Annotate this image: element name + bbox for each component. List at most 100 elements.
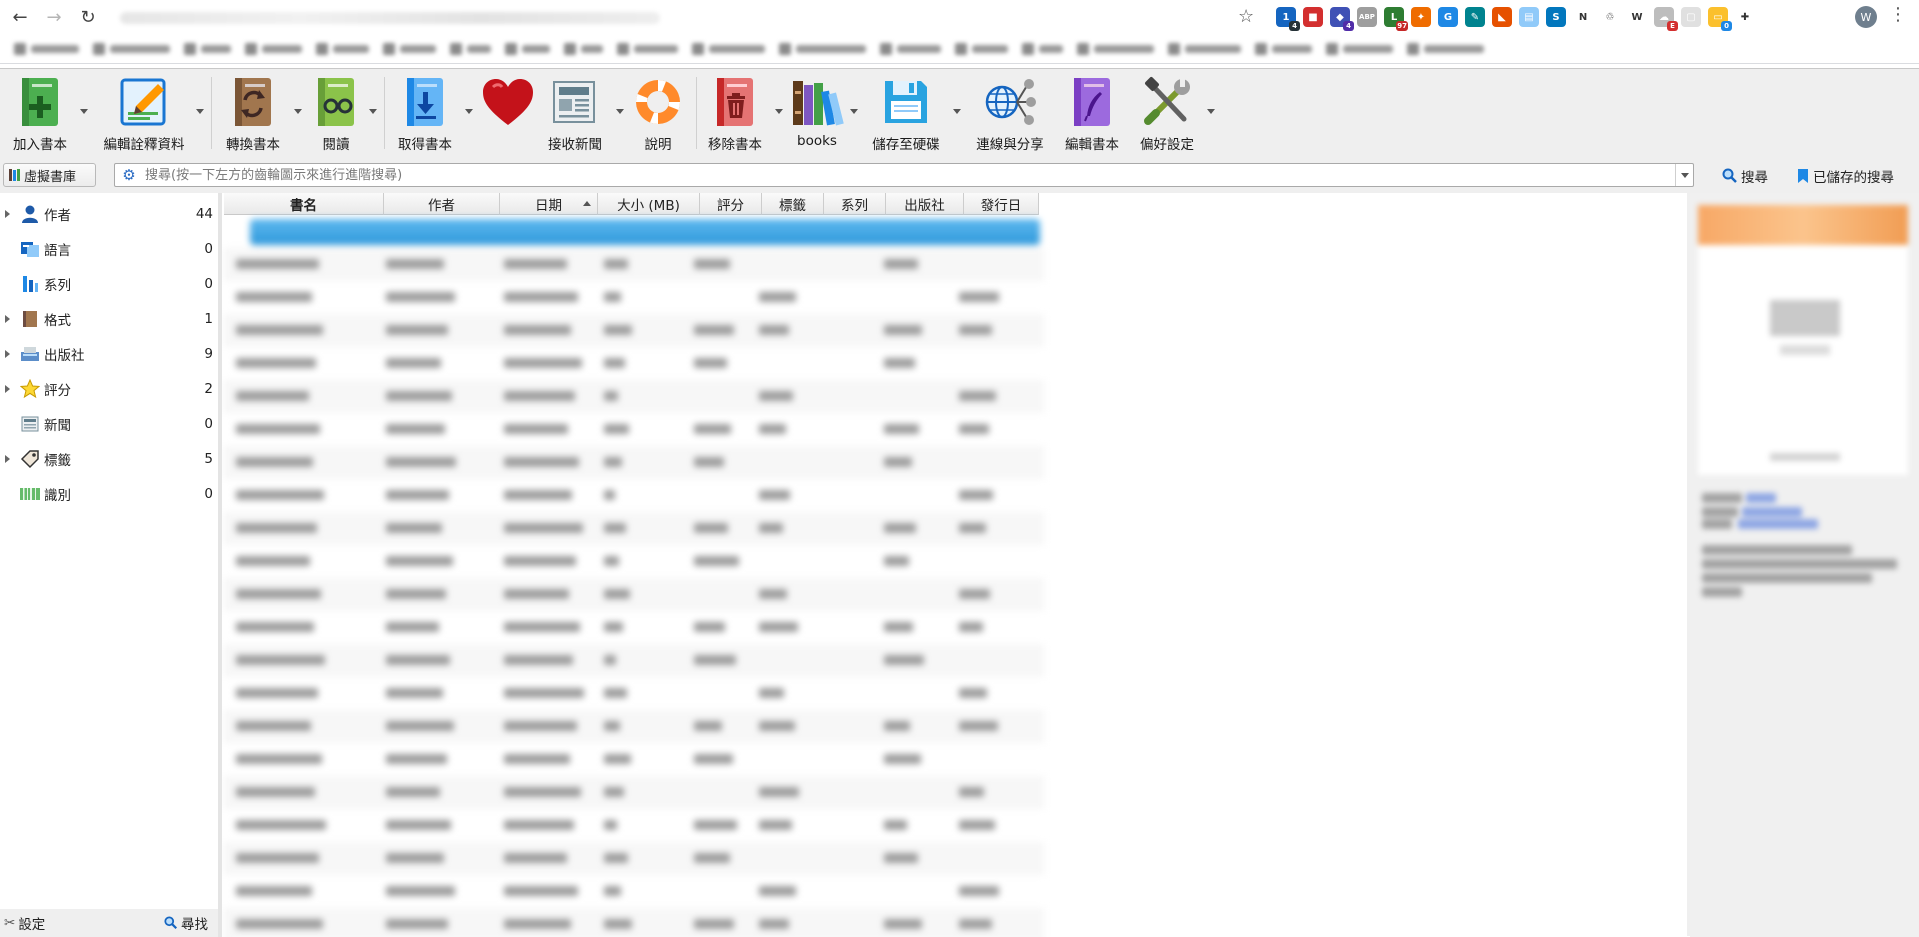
bookmark-item-blurred[interactable] [1407, 42, 1484, 56]
book-row[interactable] [224, 776, 1044, 809]
ext-fox-icon[interactable]: ◣ [1492, 7, 1512, 27]
bookmark-item-blurred[interactable] [245, 42, 302, 56]
save-to-disk-dropdown-icon[interactable] [953, 109, 961, 114]
ext-1-icon[interactable]: 14 [1276, 7, 1300, 31]
book-row[interactable] [224, 347, 1044, 380]
book-row[interactable] [224, 908, 1044, 937]
library-button[interactable]: books [790, 73, 844, 157]
column-header[interactable]: 發行日 [964, 193, 1039, 215]
convert-books-button[interactable]: 轉換書本 [218, 73, 288, 157]
column-header[interactable]: 書名 [224, 193, 384, 215]
tag-category-row[interactable]: 新聞 0 [0, 407, 218, 441]
bookmark-item-blurred[interactable] [1326, 42, 1393, 56]
column-header[interactable]: 大小 (MB) [598, 193, 700, 215]
library-dropdown-icon[interactable] [850, 109, 858, 114]
selected-book-row[interactable] [250, 219, 1040, 245]
remove-books-button[interactable]: 移除書本 [700, 73, 770, 157]
expand-arrow-icon[interactable] [5, 315, 15, 323]
bookmark-item-blurred[interactable] [505, 42, 550, 56]
bookmark-item-blurred[interactable] [1022, 42, 1063, 56]
fetch-news-button[interactable]: 接收新聞 [540, 73, 610, 157]
bookmark-item-blurred[interactable] [450, 42, 491, 56]
ext-pen-icon[interactable]: ✎ [1465, 7, 1485, 27]
search-button[interactable]: 搜尋 [1722, 166, 1768, 186]
ext-note-icon[interactable]: ▤ [1519, 7, 1539, 27]
tag-category-row[interactable]: 標籤 5 [0, 442, 218, 476]
ext-megaphone-icon[interactable]: ✦ [1411, 7, 1431, 27]
bookmark-item-blurred[interactable] [93, 42, 170, 56]
book-row[interactable] [224, 248, 1044, 281]
bookmark-item-blurred[interactable] [184, 42, 231, 56]
book-row[interactable] [224, 479, 1044, 512]
book-row[interactable] [224, 446, 1044, 479]
search-input[interactable] [143, 165, 1675, 185]
get-books-dropdown-icon[interactable] [465, 109, 473, 114]
add-books-button[interactable]: 加入書本 [8, 73, 72, 157]
reload-icon[interactable]: ↻ [74, 3, 102, 31]
tag-category-row[interactable]: 系列 0 [0, 267, 218, 301]
address-bar[interactable] [110, 5, 1250, 31]
gear-icon[interactable]: ⚙ [115, 166, 143, 184]
book-row[interactable] [224, 710, 1044, 743]
column-header[interactable]: 系列 [824, 193, 886, 215]
book-row[interactable] [224, 842, 1044, 875]
book-row[interactable] [224, 281, 1044, 314]
ext-cube-icon[interactable]: ◆ 4 [1330, 7, 1354, 31]
ext-n-icon[interactable]: N [1573, 7, 1593, 27]
column-header[interactable]: 標籤 [762, 193, 824, 215]
configure-button[interactable]: ✂ 設定 [4, 913, 45, 933]
find-button[interactable]: 尋找 [164, 913, 208, 933]
tag-category-row[interactable]: 作者 44 [0, 197, 218, 231]
fetch-news-dropdown-icon[interactable] [616, 109, 624, 114]
expand-arrow-icon[interactable] [5, 385, 15, 393]
help-button[interactable]: 說明 [630, 73, 686, 157]
search-field[interactable]: ⚙ [114, 163, 1694, 187]
bookmark-star-icon[interactable]: ☆ [1238, 6, 1254, 27]
bookmark-item-blurred[interactable] [779, 42, 866, 56]
book-row[interactable] [224, 380, 1044, 413]
ext-abp-icon[interactable]: ABP [1357, 7, 1377, 27]
bookmark-item-blurred[interactable] [955, 42, 1008, 56]
ext-doc-icon[interactable]: ▢ [1681, 7, 1701, 27]
edit-metadata-button[interactable]: 編輯詮釋資料 [100, 73, 188, 157]
book-cover[interactable] [1698, 205, 1908, 475]
column-header[interactable]: 出版社 [886, 193, 964, 215]
remove-books-dropdown-icon[interactable] [775, 109, 783, 114]
convert-books-dropdown-icon[interactable] [294, 109, 302, 114]
preferences-button[interactable]: 偏好設定 [1132, 73, 1202, 157]
tag-category-row[interactable]: 評分 2 [0, 372, 218, 406]
bookmark-item-blurred[interactable] [692, 42, 765, 56]
bookmark-item-blurred[interactable] [316, 42, 369, 56]
ext-puzzle-icon[interactable]: ✚ [1735, 7, 1755, 27]
bookmark-item-blurred[interactable] [880, 42, 941, 56]
ext-s-icon[interactable]: S [1546, 7, 1566, 27]
book-row[interactable] [224, 743, 1044, 776]
ext-translate-icon[interactable]: G [1438, 7, 1458, 27]
bookmark-item-blurred[interactable] [564, 42, 603, 56]
profile-avatar[interactable]: W [1855, 6, 1877, 28]
view-button[interactable]: 閱讀 [308, 73, 364, 157]
bookmark-item-blurred[interactable] [617, 42, 678, 56]
bookmark-item-blurred[interactable] [1255, 42, 1312, 56]
bookmark-item-blurred[interactable] [383, 42, 436, 56]
ext-line-icon[interactable]: L 97 [1384, 7, 1408, 31]
tag-category-row[interactable]: 識別 0 [0, 477, 218, 511]
back-icon[interactable]: ← [6, 3, 34, 31]
book-row[interactable] [224, 545, 1044, 578]
ext-folder-icon[interactable]: ▭ 0 [1708, 7, 1732, 31]
ext-flag-icon[interactable]: ■ [1303, 7, 1323, 27]
column-header[interactable]: 日期 [500, 193, 598, 215]
preferences-dropdown-icon[interactable] [1207, 109, 1215, 114]
column-header[interactable]: 作者 [384, 193, 500, 215]
forward-icon[interactable]: → [40, 3, 68, 31]
donate-button[interactable] [478, 73, 538, 157]
save-to-disk-button[interactable]: 儲存至硬碟 [866, 73, 946, 157]
book-row[interactable] [224, 578, 1044, 611]
bookmark-item-blurred[interactable] [1077, 42, 1154, 56]
book-row[interactable] [224, 809, 1044, 842]
bookmark-item-blurred[interactable] [1168, 42, 1241, 56]
expand-arrow-icon[interactable] [5, 210, 15, 218]
ext-w-icon[interactable]: W [1627, 7, 1647, 27]
virtual-library-button[interactable]: 虛擬書庫 [3, 163, 96, 187]
book-row[interactable] [224, 611, 1044, 644]
